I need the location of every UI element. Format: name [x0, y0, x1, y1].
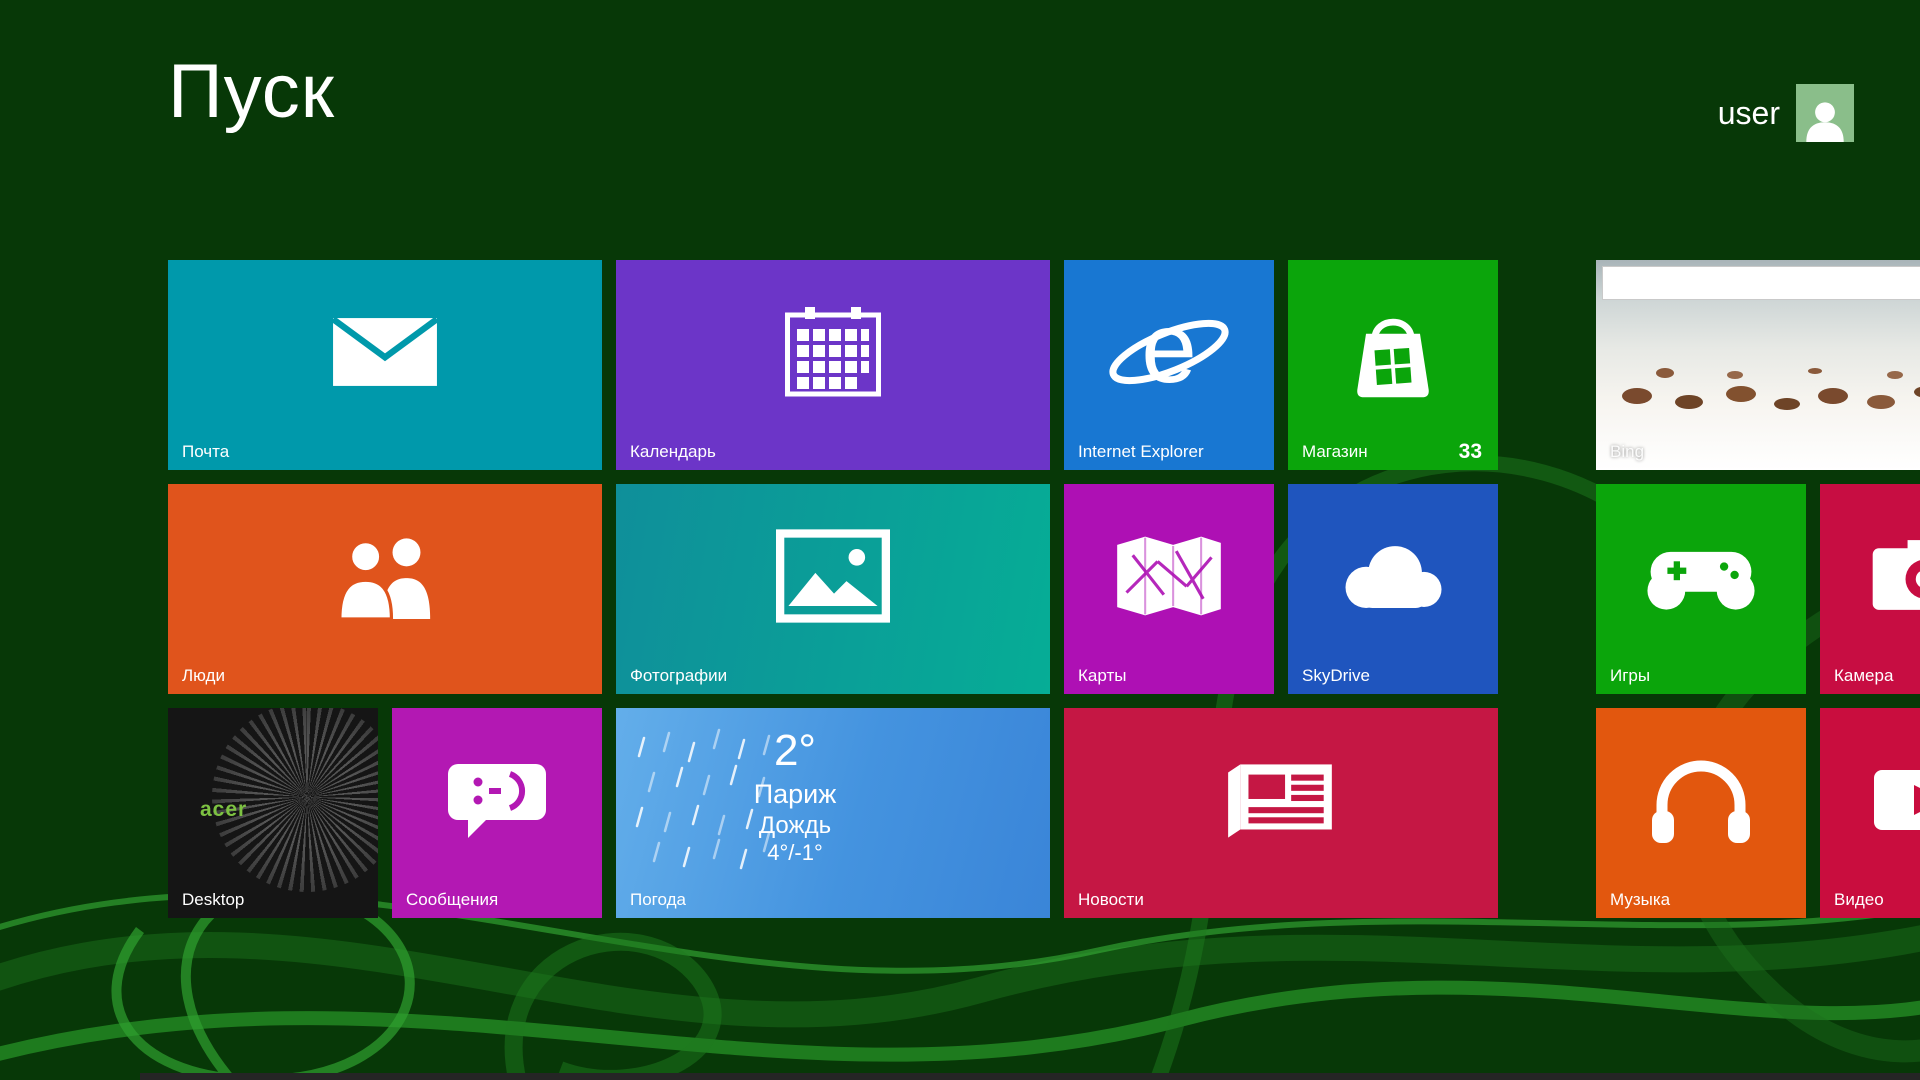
- tile-photos[interactable]: Фотографии: [616, 484, 1050, 694]
- weather-city: Париж: [616, 778, 1012, 811]
- tile-label: Погода: [630, 890, 686, 910]
- store-bag-icon: [1288, 260, 1498, 470]
- page-title: Пуск: [168, 48, 335, 135]
- tile-label: Internet Explorer: [1078, 442, 1204, 462]
- tile-messages[interactable]: Сообщения: [392, 708, 602, 918]
- internet-explorer-icon: e: [1064, 260, 1274, 470]
- tile-games[interactable]: Игры: [1596, 484, 1806, 694]
- tile-label: Игры: [1610, 666, 1650, 686]
- tile-label: Новости: [1078, 890, 1144, 910]
- acer-logo: acer: [200, 798, 247, 822]
- maps-icon: [1064, 484, 1274, 694]
- tile-desktop[interactable]: acer Desktop: [168, 708, 378, 918]
- tile-news[interactable]: Новости: [1064, 708, 1498, 918]
- mail-icon: [168, 260, 602, 470]
- tile-people[interactable]: Люди: [168, 484, 602, 694]
- tile-label: Bing: [1610, 442, 1644, 462]
- newspaper-icon: [1064, 708, 1498, 918]
- tile-weather[interactable]: 2° Париж Дождь 4°/-1° Погода: [616, 708, 1050, 918]
- svg-text:e: e: [1141, 300, 1197, 404]
- tile-skydrive[interactable]: SkyDrive: [1288, 484, 1498, 694]
- tile-label: SkyDrive: [1302, 666, 1370, 686]
- desktop-edge-strip: [140, 1073, 1920, 1080]
- tile-label: Почта: [182, 442, 229, 462]
- headphones-icon: [1596, 708, 1806, 918]
- weather-range: 4°/-1°: [616, 840, 1012, 867]
- chat-bubble-icon: [392, 708, 602, 918]
- camera-icon: [1820, 484, 1920, 694]
- people-icon: [168, 484, 602, 694]
- tile-mail[interactable]: Почта: [168, 260, 602, 470]
- tile-video[interactable]: Видео: [1820, 708, 1920, 918]
- game-controller-icon: [1596, 484, 1806, 694]
- tile-label: Карты: [1078, 666, 1126, 686]
- tile-music[interactable]: Музыка: [1596, 708, 1806, 918]
- tile-store[interactable]: Магазин 33: [1288, 260, 1498, 470]
- bing-search-bar: [1602, 266, 1920, 300]
- tile-label: Камера: [1834, 666, 1893, 686]
- tile-label: Desktop: [182, 890, 244, 910]
- tile-label: Сообщения: [406, 890, 498, 910]
- horses-image: [1622, 388, 1652, 404]
- tile-internet-explorer[interactable]: e Internet Explorer: [1064, 260, 1274, 470]
- tile-label: Фотографии: [630, 666, 727, 686]
- person-icon: [1803, 98, 1847, 142]
- tile-label: Люди: [182, 666, 225, 686]
- user-avatar: [1796, 84, 1854, 142]
- start-screen: Пуск user Почта: [0, 0, 1920, 1080]
- calendar-icon: [616, 260, 1050, 470]
- tile-calendar[interactable]: Календарь: [616, 260, 1050, 470]
- tile-label: Магазин: [1302, 442, 1368, 462]
- cloud-icon: [1288, 484, 1498, 694]
- tile-label: Музыка: [1610, 890, 1670, 910]
- weather-temperature: 2°: [616, 724, 1012, 778]
- store-badge: 33: [1459, 440, 1482, 464]
- weather-condition: Дождь: [616, 811, 1012, 840]
- tile-bing[interactable]: Bing: [1596, 260, 1920, 470]
- video-icon: [1820, 708, 1920, 918]
- user-area[interactable]: user: [1718, 84, 1854, 142]
- photos-icon: [616, 484, 1050, 694]
- tile-camera[interactable]: Камера: [1820, 484, 1920, 694]
- weather-summary: 2° Париж Дождь 4°/-1°: [616, 724, 1012, 867]
- user-name: user: [1718, 95, 1780, 132]
- tile-maps[interactable]: Карты: [1064, 484, 1274, 694]
- horses-image: [1656, 368, 1674, 378]
- tile-label: Видео: [1834, 890, 1884, 910]
- tile-label: Календарь: [630, 442, 716, 462]
